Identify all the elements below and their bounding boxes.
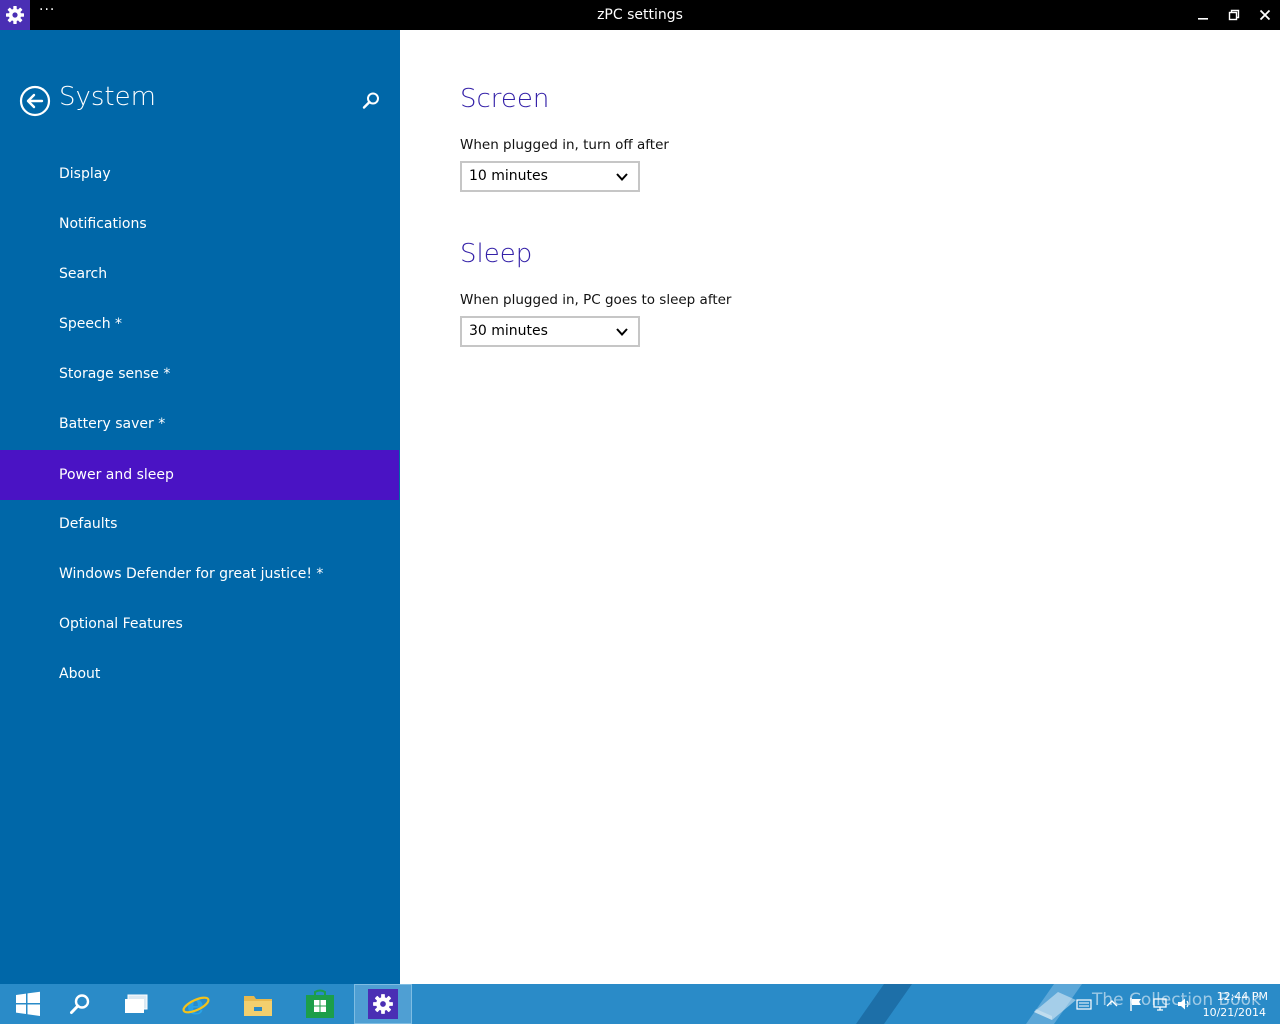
windows-start-icon [16,991,40,1016]
file-explorer-button[interactable] [230,984,286,1024]
sleep-timeout-value: 30 minutes [469,323,548,339]
sidebar-item-windows-defender[interactable]: Windows Defender for great justice! * [0,549,399,599]
chevron-down-icon [616,173,628,181]
sidebar-item-storage-sense[interactable]: Storage sense * [0,349,399,399]
task-view-button[interactable] [108,984,164,1024]
taskbar: e The Collection Book 12:44 PM 10/21/201… [0,984,1280,1024]
network-icon[interactable] [1152,996,1168,1012]
back-arrow-icon[interactable] [19,85,51,117]
screen-timeout-label: When plugged in, turn off after [460,137,669,153]
book-logo-icon [1034,992,1076,1020]
sidebar: System Display Notifications Search Spee… [0,30,400,984]
title-bar: ··· zPC settings [0,0,1280,30]
minimize-icon [1197,18,1208,20]
window-title: zPC settings [597,7,683,23]
page-title: System [59,82,156,112]
taskbar-decoration [855,984,913,1024]
sidebar-item-notifications[interactable]: Notifications [0,199,399,249]
keyboard-icon[interactable] [1076,996,1092,1012]
restore-icon [1228,9,1239,21]
clock-date[interactable]: 10/21/2014 [1203,1006,1266,1019]
svg-text:e: e [187,990,204,1019]
internet-explorer-button[interactable]: e [168,984,224,1024]
screen-timeout-value: 10 minutes [469,168,548,184]
minimize-button[interactable] [1187,0,1218,30]
clock-time[interactable]: 12:44 PM [1217,990,1268,1003]
sleep-timeout-label: When plugged in, PC goes to sleep after [460,292,732,308]
settings-app-button[interactable] [354,984,412,1024]
search-icon [70,994,90,1014]
search-icon[interactable] [360,90,382,112]
close-button[interactable] [1249,0,1280,30]
task-view-icon [125,994,148,1013]
file-explorer-icon [244,996,272,1016]
screen-timeout-dropdown[interactable]: 10 minutes [460,161,640,192]
taskbar-search-button[interactable] [52,984,108,1024]
sidebar-item-battery-saver[interactable]: Battery saver * [0,399,399,449]
sidebar-item-power-and-sleep[interactable]: Power and sleep [0,450,399,500]
start-button[interactable] [0,984,56,1024]
sidebar-item-about[interactable]: About [0,649,399,699]
store-button[interactable] [292,984,348,1024]
internet-explorer-icon: e [182,990,210,1019]
chevron-down-icon [616,328,628,336]
sidebar-item-optional-features[interactable]: Optional Features [0,599,399,649]
restore-button[interactable] [1218,0,1249,30]
close-icon [1259,9,1270,21]
sleep-section-title: Sleep [460,239,533,269]
main-content: Screen When plugged in, turn off after 1… [400,30,1280,984]
volume-icon[interactable] [1176,996,1192,1012]
sidebar-item-speech[interactable]: Speech * [0,299,399,349]
action-center-flag-icon[interactable] [1128,996,1144,1012]
settings-gear-icon [368,989,398,1019]
sidebar-item-defaults[interactable]: Defaults [0,499,399,549]
chevron-up-icon[interactable] [1104,996,1120,1012]
sidebar-item-display[interactable]: Display [0,149,399,199]
sleep-timeout-dropdown[interactable]: 30 minutes [460,316,640,347]
store-icon [306,989,334,1018]
sidebar-item-search[interactable]: Search [0,249,399,299]
screen-section-title: Screen [460,84,550,114]
